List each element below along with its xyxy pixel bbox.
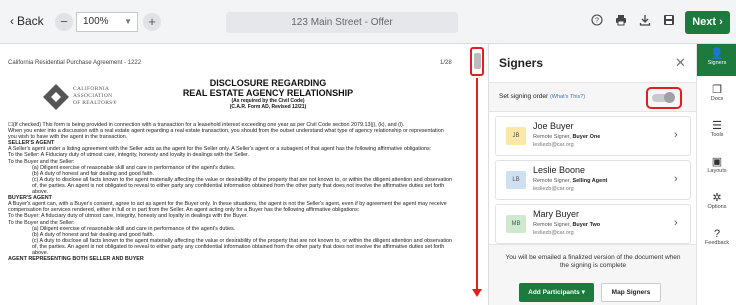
nav-item-docs[interactable]: ❐ Docs bbox=[697, 80, 736, 112]
car-logo: CALIFORNIA ASSOCIATION OF REALTORS® bbox=[43, 82, 127, 112]
logo-mark-icon bbox=[43, 84, 69, 110]
document-paragraph: (c) A duty to disclose all facts known t… bbox=[32, 237, 453, 256]
svg-text:?: ? bbox=[595, 18, 599, 25]
zoom-value: 100% bbox=[83, 16, 109, 27]
chevron-right-icon: › bbox=[674, 173, 678, 185]
options-icon: ✲ bbox=[712, 192, 722, 204]
nav-item-tools[interactable]: ☰ Tools bbox=[697, 116, 736, 148]
document-paragraph: A Buyer's agent can, with a Buyer's cons… bbox=[8, 201, 447, 214]
signers-icon: 👤 bbox=[710, 48, 724, 60]
document-form-title: California Residential Purchase Agreemen… bbox=[8, 60, 142, 66]
signing-order-label: Set signing order (What's This?) bbox=[499, 93, 586, 100]
document-paragraph: When you enter into a discussion with a … bbox=[8, 128, 444, 141]
top-toolbar: ‹ Back − 100% ▼ + 123 Main Street - Offe… bbox=[0, 0, 736, 44]
next-label: Next bbox=[692, 16, 717, 28]
signer-email: lesliezb@car.org bbox=[533, 186, 574, 192]
avatar: JB bbox=[506, 127, 526, 145]
zoom-in-button[interactable]: + bbox=[143, 13, 161, 31]
signer-name: Mary Buyer bbox=[533, 209, 580, 219]
nav-label: Options bbox=[707, 204, 727, 210]
avatar: LB bbox=[506, 171, 526, 189]
zoom-out-button[interactable]: − bbox=[55, 13, 73, 31]
document-name: 123 Main Street - Offer bbox=[226, 12, 458, 33]
annotation-arrow-line bbox=[476, 78, 478, 291]
next-button[interactable]: Next › bbox=[685, 11, 730, 34]
plus-icon: + bbox=[148, 14, 156, 29]
whats-this-link[interactable]: (What's This?) bbox=[550, 94, 585, 100]
document-title: DISCLOSURE REGARDING REAL ESTATE AGENCY … bbox=[182, 78, 354, 110]
docs-icon: ❐ bbox=[712, 84, 722, 96]
nav-label: Layouts bbox=[707, 168, 727, 174]
map-signers-button[interactable]: Map Signers bbox=[601, 283, 661, 302]
layouts-icon: ▣ bbox=[711, 156, 723, 168]
nav-item-feedback[interactable]: ? Feedback bbox=[697, 224, 736, 256]
close-icon[interactable]: ✕ bbox=[675, 55, 686, 71]
document-viewer[interactable]: California Residential Purchase Agreemen… bbox=[0, 44, 470, 305]
chevron-right-icon: › bbox=[719, 16, 723, 28]
nav-label: Signers bbox=[707, 60, 727, 66]
minus-icon: − bbox=[60, 14, 68, 29]
right-sidebar-nav: 👤 Signers ❐ Docs ☰ Tools ▣ Layouts ✲ Options? Feed… bbox=[696, 44, 736, 305]
section-heading: AGENT REPRESENTING BOTH SELLER AND BUYER bbox=[8, 256, 144, 263]
print-icon[interactable] bbox=[612, 13, 630, 31]
signer-card[interactable]: LB Leslie Boone Remote Signer, Selling Age… bbox=[495, 160, 691, 200]
signers-list: JB Joe Buyer Remote Signer, Buyer One lesli… bbox=[495, 116, 691, 246]
nav-label: Docs bbox=[710, 96, 724, 102]
save-icon[interactable] bbox=[660, 13, 678, 31]
chevron-down-icon: ▼ bbox=[124, 17, 132, 26]
chevron-right-icon: › bbox=[674, 217, 678, 229]
nav-item-layouts[interactable]: ▣ Layouts bbox=[697, 152, 736, 184]
chevron-right-icon: › bbox=[674, 129, 678, 141]
nav-label: Feedback bbox=[704, 240, 730, 246]
feedback-icon: ? bbox=[713, 228, 721, 240]
panel-title: Signers bbox=[499, 56, 544, 70]
signers-panel: Signers ✕ Set signing order (What's This… bbox=[488, 44, 697, 305]
annotation-arrow-head bbox=[472, 289, 482, 297]
signer-email: lesliezb@car.org bbox=[533, 230, 574, 236]
signer-card[interactable]: JB Joe Buyer Remote Signer, Buyer One lesli… bbox=[495, 116, 691, 156]
nav-label: Tools bbox=[710, 132, 724, 138]
signer-email: lesliezb@car.org bbox=[533, 142, 574, 148]
chevron-left-icon: ‹ bbox=[10, 14, 14, 28]
document-paragraph: (c) A duty to disclose all facts known t… bbox=[32, 176, 453, 196]
footer-message: You will be emailed a finalized version … bbox=[505, 254, 681, 269]
panel-footer: You will be emailed a finalized version … bbox=[489, 244, 697, 305]
zoom-select[interactable]: 100% ▼ bbox=[76, 12, 138, 32]
signing-order-row: Set signing order (What's This?) bbox=[489, 82, 697, 112]
signer-role: Remote Signer, Buyer One bbox=[533, 134, 601, 140]
document-page: CALIFORNIA ASSOCIATION OF REALTORS® DISC… bbox=[8, 74, 458, 305]
signer-name: Joe Buyer bbox=[533, 121, 574, 131]
logo-text: CALIFORNIA ASSOCIATION OF REALTORS® bbox=[73, 86, 117, 106]
document-header: California Residential Purchase Agreemen… bbox=[0, 56, 470, 70]
signer-role: Remote Signer, Selling Agent bbox=[533, 178, 608, 184]
tools-icon: ☰ bbox=[712, 120, 722, 132]
help-icon[interactable]: ? bbox=[588, 13, 606, 31]
add-participants-button[interactable]: Add Participants ▾ bbox=[519, 283, 594, 302]
back-label: Back bbox=[17, 14, 44, 28]
download-icon[interactable] bbox=[636, 13, 654, 31]
back-button[interactable]: ‹ Back bbox=[10, 14, 44, 28]
signing-order-toggle[interactable] bbox=[652, 92, 675, 103]
nav-item-signers[interactable]: 👤 Signers bbox=[697, 44, 736, 76]
signer-name: Leslie Boone bbox=[533, 165, 586, 175]
page-indicator: 1/28 bbox=[440, 60, 452, 66]
signer-card[interactable]: MB Mary Buyer Remote Signer, Buyer Two lesl… bbox=[495, 204, 691, 244]
toggle-knob bbox=[664, 92, 675, 103]
panel-resize-handle[interactable] bbox=[474, 53, 481, 69]
document-body: ☐(If checked) This form is being provide… bbox=[8, 122, 453, 262]
signer-role: Remote Signer, Buyer Two bbox=[533, 222, 601, 228]
nav-item-options[interactable]: ✲ Options bbox=[697, 188, 736, 220]
avatar: MB bbox=[506, 215, 526, 233]
